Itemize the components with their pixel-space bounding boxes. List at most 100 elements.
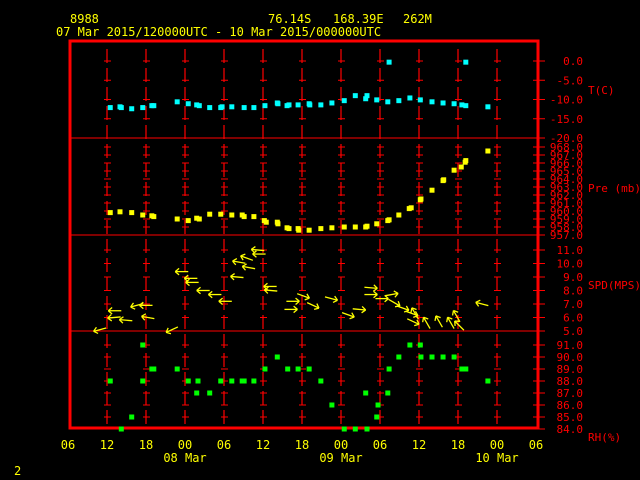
- pressure-point: [241, 214, 247, 220]
- temperature-point: [451, 101, 457, 107]
- rh-point: [429, 354, 435, 360]
- temperature-point: [463, 59, 469, 65]
- rh-point: [440, 354, 446, 360]
- temperature-point: [396, 98, 402, 104]
- y-tick-label: -10.0: [550, 94, 583, 107]
- temperature-point: [374, 97, 380, 103]
- rh-point: [274, 354, 280, 360]
- date-label: 10 Mar: [475, 451, 518, 465]
- temperature-point: [251, 105, 257, 111]
- rh-point: [118, 426, 124, 432]
- pressure-point: [229, 212, 235, 218]
- temperature-point: [262, 103, 268, 109]
- rh-point: [375, 402, 381, 408]
- temperature-point: [485, 104, 491, 110]
- wind-arrow: [252, 250, 266, 258]
- date-label: 08 Mar: [163, 451, 206, 465]
- rh-point: [185, 378, 191, 384]
- y-tick-label: 0.0: [563, 55, 583, 68]
- panel-label-temperature: T(C): [588, 84, 615, 97]
- pressure-point: [218, 211, 224, 217]
- rh-point: [352, 426, 358, 432]
- rh-point: [364, 426, 370, 432]
- temperature-point: [295, 102, 301, 108]
- wind-arrow: [196, 286, 210, 295]
- pressure-point: [485, 148, 491, 154]
- rh-point: [417, 342, 423, 348]
- y-tick-label: 11.0: [557, 244, 584, 257]
- wind-arrow: [107, 314, 121, 322]
- pressure-point: [196, 216, 202, 222]
- pressure-point: [117, 209, 123, 215]
- rh-point: [463, 366, 469, 372]
- wind-arrow: [454, 320, 465, 331]
- rh-point: [418, 354, 424, 360]
- wind-arrow: [263, 286, 278, 294]
- temperature-point: [229, 104, 235, 110]
- y-tick-label: 7.0: [563, 298, 583, 311]
- rh-point: [194, 390, 200, 396]
- pressure-point: [451, 167, 457, 173]
- pressure-point: [441, 177, 447, 183]
- rh-point: [251, 378, 257, 384]
- temperature-point: [151, 103, 157, 109]
- wind-arrow: [352, 305, 367, 314]
- pressure-point: [341, 224, 347, 230]
- rh-point: [140, 378, 146, 384]
- temperature-point: [275, 101, 281, 107]
- wind-arrow: [141, 313, 155, 321]
- pressure-point: [151, 214, 157, 220]
- temperature-point: [207, 105, 213, 111]
- x-tick-label: 18: [295, 438, 309, 452]
- rh-point: [140, 342, 146, 348]
- pressure-point: [408, 205, 414, 211]
- x-tick-label: 18: [139, 438, 153, 452]
- temperature-point: [386, 59, 392, 65]
- rh-point: [195, 378, 201, 384]
- wind-arrow: [241, 263, 256, 271]
- wind-arrow: [324, 295, 339, 303]
- wind-arrow-stroke: [454, 320, 465, 331]
- wind-arrow: [174, 267, 189, 276]
- rh-point: [285, 366, 291, 372]
- x-tick-label: 12: [412, 438, 426, 452]
- wind-arrow: [434, 315, 443, 328]
- pressure-point: [463, 158, 469, 164]
- temperature-point: [407, 95, 413, 101]
- pressure-point: [386, 217, 392, 223]
- temperature-point: [118, 105, 124, 111]
- y-tick-label: -5.0: [557, 74, 584, 87]
- wind-arrow: [286, 297, 300, 306]
- wind-arrow: [364, 290, 378, 299]
- rh-point: [485, 378, 491, 384]
- x-tick-label: 12: [100, 438, 114, 452]
- pressure-point: [207, 211, 213, 217]
- pressure-point: [364, 223, 370, 229]
- temperature-point: [429, 99, 435, 105]
- panel-label-rh: RH(%): [588, 431, 621, 444]
- temperature-point: [318, 102, 324, 108]
- wind-arrow: [364, 284, 378, 292]
- rh-point: [107, 378, 113, 384]
- pressure-point: [296, 227, 302, 233]
- wind-arrow: [250, 246, 265, 254]
- rh-point: [341, 426, 347, 432]
- wind-arrow: [183, 274, 198, 283]
- wind-arrow-stroke: [232, 257, 238, 262]
- rh-point: [174, 366, 180, 372]
- x-tick-label: 06: [373, 438, 387, 452]
- rh-point: [407, 342, 413, 348]
- y-tick-label: 6.0: [563, 312, 583, 325]
- date-label: 09 Mar: [319, 451, 362, 465]
- y-tick-label: 84.0: [557, 423, 584, 436]
- panel-label-wind: SPD(MPS): [588, 279, 640, 292]
- pressure-point: [429, 187, 435, 193]
- wind-arrow: [475, 299, 489, 307]
- temperature-point: [307, 102, 313, 108]
- temperature-point: [352, 93, 358, 99]
- wind-arrow: [388, 298, 401, 308]
- temperature-point: [417, 97, 423, 103]
- wind-arrow: [375, 294, 389, 303]
- wind-arrow-stroke: [393, 290, 399, 294]
- wind-arrow-stroke: [119, 318, 133, 322]
